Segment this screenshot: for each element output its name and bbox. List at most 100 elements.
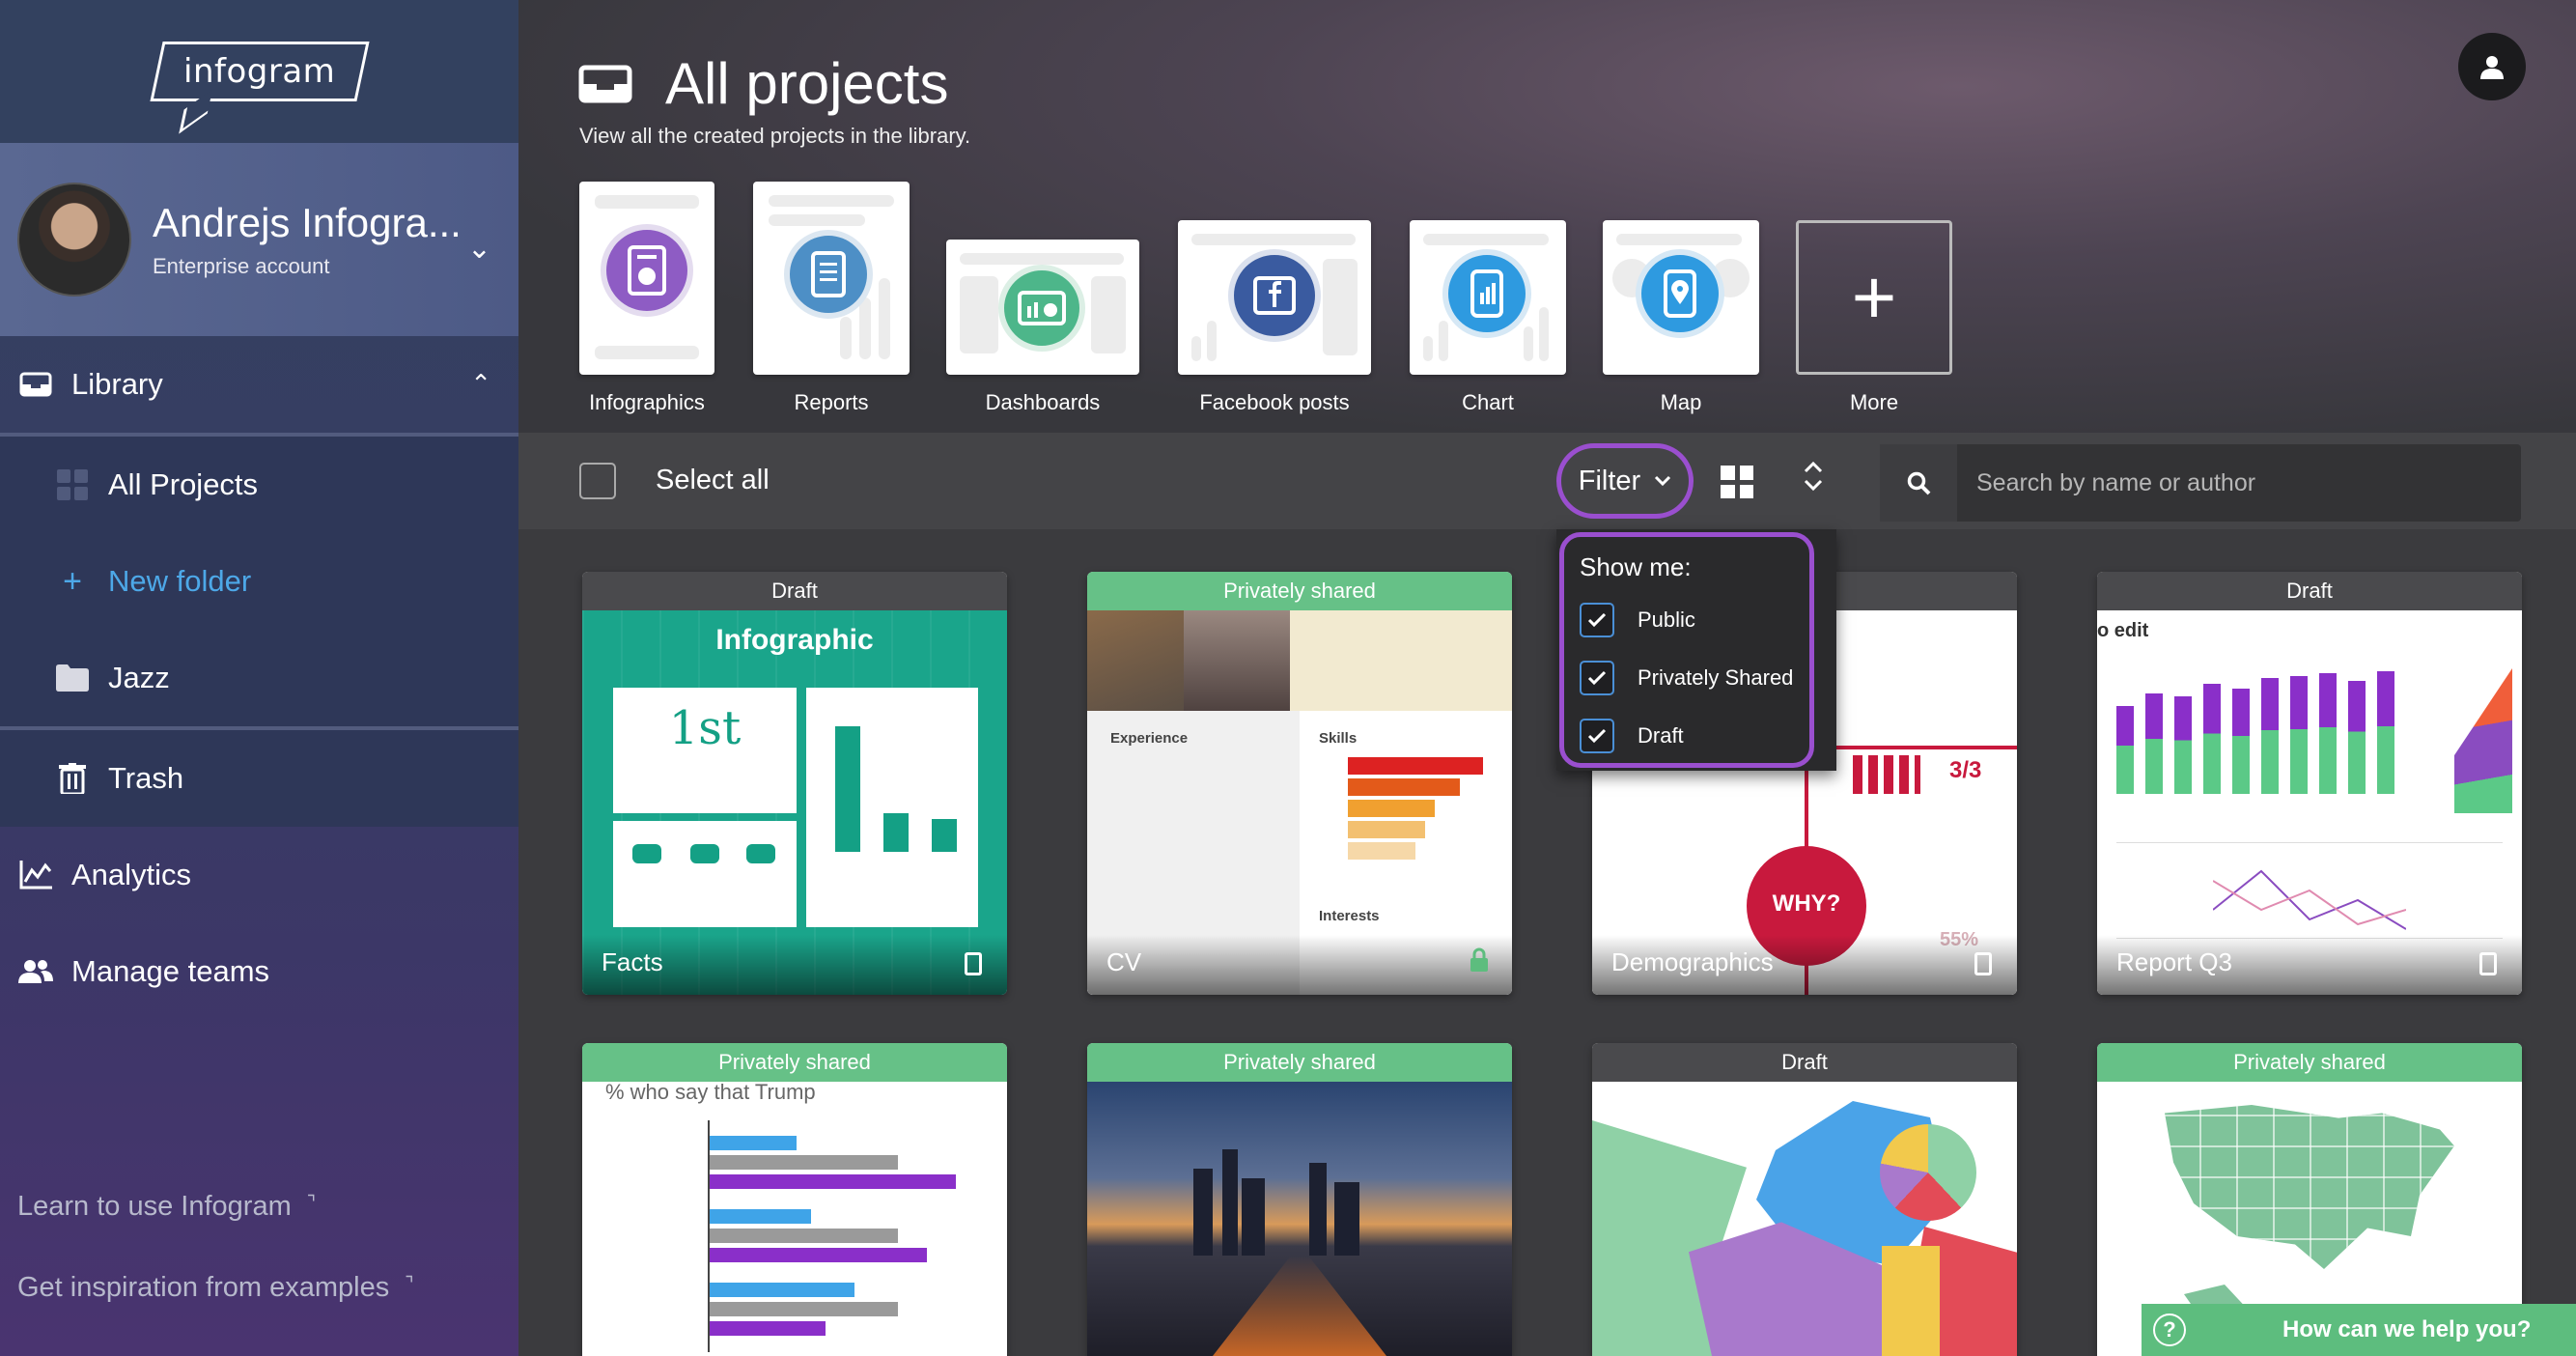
sidebar-item-library[interactable]: Library ⌃ xyxy=(0,336,518,433)
thumb-bar xyxy=(710,1136,797,1150)
checkbox-checked-icon[interactable] xyxy=(1580,719,1614,753)
sidebar-item-folder-jazz[interactable]: Jazz xyxy=(0,630,518,726)
status-badge: Privately shared xyxy=(1087,1043,1512,1082)
inspiration-link[interactable]: Get inspiration from examples ⌝ xyxy=(17,1272,414,1304)
thumb-why: WHY? xyxy=(1772,890,1841,917)
status-badge: Draft xyxy=(2097,572,2522,610)
folder-icon xyxy=(54,664,91,692)
new-folder-button[interactable]: + New folder xyxy=(0,533,518,630)
project-card-cv[interactable]: Privately shared Experience Skills Inter… xyxy=(1087,572,1512,995)
project-card-facts[interactable]: Draft Infographic 1st Facts xyxy=(582,572,1007,995)
logo-text: infogram xyxy=(182,52,336,91)
main-area: All projects View all the created projec… xyxy=(518,0,2576,1356)
library-section: Library ⌃ xyxy=(0,336,518,437)
filter-label: Filter xyxy=(1578,465,1641,496)
profile-switcher[interactable]: Andrejs Infogra... Enterprise account ⌄ xyxy=(0,143,518,336)
learn-link[interactable]: Learn to use Infogram ⌝ xyxy=(17,1191,316,1223)
search-input[interactable] xyxy=(1976,444,2507,522)
thumbnail xyxy=(1592,1082,2017,1356)
filter-option-public[interactable]: Public xyxy=(1580,603,1695,637)
status-badge: Privately shared xyxy=(1087,572,1512,610)
status-badge: Privately shared xyxy=(2097,1043,2522,1082)
tray-icon xyxy=(578,65,632,102)
grid-view-icon[interactable] xyxy=(1721,466,1753,498)
sidebar-item-analytics[interactable]: Analytics xyxy=(0,827,518,923)
select-all-label[interactable]: Select all xyxy=(656,465,770,496)
type-more-button[interactable]: + xyxy=(1796,220,1952,375)
page-title: All projects xyxy=(665,51,949,116)
checkbox-checked-icon[interactable] xyxy=(1580,661,1614,695)
type-infographics[interactable] xyxy=(579,182,714,375)
learn-link-label: Learn to use Infogram xyxy=(17,1191,292,1222)
thumb-bar xyxy=(2377,670,2394,794)
status-badge: Draft xyxy=(1592,1043,2017,1082)
page-subtitle: View all the created projects in the lib… xyxy=(579,124,971,148)
report-icon xyxy=(784,230,873,319)
thumb-edit-text: o edit xyxy=(2097,620,2149,641)
projects-toolbar: Select all Filter xyxy=(518,433,2576,529)
project-card-report-q3[interactable]: Draft o edit Report Q3 xyxy=(2097,572,2522,995)
project-card-trump-survey[interactable]: Privately shared % who say that Trump xyxy=(582,1043,1007,1356)
type-facebook-posts[interactable] xyxy=(1178,220,1371,375)
plus-icon: + xyxy=(1851,254,1897,340)
map-icon xyxy=(1636,249,1724,338)
filter-button[interactable]: Filter xyxy=(1556,443,1694,519)
tray-icon xyxy=(17,372,54,397)
search-box xyxy=(1880,444,2521,522)
sidebar-item-label: Analytics xyxy=(71,858,192,891)
thumb-bar xyxy=(710,1248,927,1262)
thumb-bar xyxy=(2261,678,2279,794)
inspiration-link-label: Get inspiration from examples xyxy=(17,1272,390,1303)
sort-icon[interactable] xyxy=(1803,460,1824,495)
sidebar-item-label: Library xyxy=(71,367,163,401)
type-dashboards-label: Dashboards xyxy=(985,390,1101,414)
filter-option-draft[interactable]: Draft xyxy=(1580,719,1684,753)
filter-title: Show me: xyxy=(1580,552,1692,581)
thumb-bar xyxy=(2116,706,2134,794)
sidebar-item-all-projects[interactable]: All Projects xyxy=(0,437,518,533)
filter-option-privately-shared[interactable]: Privately Shared xyxy=(1580,661,1793,695)
thumb-bar xyxy=(710,1155,898,1170)
grid-icon xyxy=(54,469,91,500)
sidebar-item-trash[interactable]: Trash xyxy=(0,730,518,827)
external-link-icon: ⌝ xyxy=(405,1274,414,1295)
project-card-city[interactable]: Privately shared xyxy=(1087,1043,1512,1356)
thumb-bar xyxy=(710,1302,898,1316)
filter-option-label: Draft xyxy=(1638,723,1684,748)
user-menu-button[interactable] xyxy=(2458,33,2526,100)
checkbox-checked-icon[interactable] xyxy=(1580,603,1614,637)
thumb-bar xyxy=(710,1209,811,1224)
type-chart[interactable] xyxy=(1410,220,1566,375)
thumb-big-text: 1st xyxy=(668,701,742,755)
document-icon xyxy=(965,952,982,975)
card-footer xyxy=(1087,935,1512,995)
account-type: Enterprise account xyxy=(153,254,330,278)
sidebar-item-label: Manage teams xyxy=(71,954,270,988)
select-all-checkbox[interactable] xyxy=(579,463,616,499)
dashboard-icon xyxy=(998,265,1085,352)
thumb-bar xyxy=(2348,681,2366,794)
thumb-bar-chart xyxy=(710,1136,999,1356)
users-icon xyxy=(17,958,54,985)
thumb-line-chart xyxy=(2213,869,2406,930)
project-card-map[interactable]: Draft xyxy=(1592,1043,2017,1356)
thumb-interests: Interests xyxy=(1319,908,1380,924)
infogram-logo[interactable]: infogram xyxy=(149,42,370,101)
type-map[interactable] xyxy=(1603,220,1759,375)
project-name: Report Q3 xyxy=(2116,947,2232,976)
thumb-bar xyxy=(710,1174,956,1189)
help-chat-button[interactable]: ? How can we help you? xyxy=(2142,1304,2576,1356)
thumb-skills: Skills xyxy=(1319,730,1358,747)
status-badge: Privately shared xyxy=(582,1043,1007,1082)
sidebar-item-label: Trash xyxy=(108,761,184,795)
avatar xyxy=(17,183,131,297)
thumb-bar xyxy=(2174,695,2192,794)
sidebar-item-manage-teams[interactable]: Manage teams xyxy=(0,923,518,1020)
type-dashboards[interactable] xyxy=(946,240,1139,375)
trash-icon xyxy=(54,763,91,794)
type-reports[interactable] xyxy=(753,182,910,375)
search-icon[interactable] xyxy=(1880,444,1957,522)
plus-icon: + xyxy=(63,562,82,600)
lock-icon xyxy=(1470,947,1489,977)
new-folder-label: New folder xyxy=(108,564,252,598)
